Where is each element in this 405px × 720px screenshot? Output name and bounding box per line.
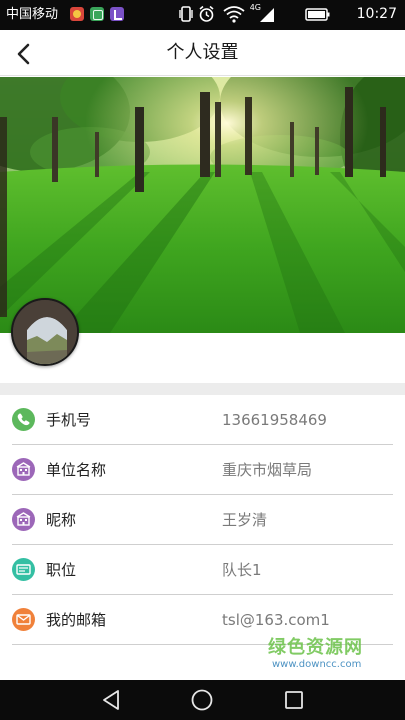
phone-icon: [12, 408, 35, 431]
signal-icon: [260, 8, 274, 22]
forest-park-photo: [0, 77, 405, 333]
wechat-app-icon: [90, 7, 104, 21]
id-card-icon: [12, 558, 35, 581]
field-row-position[interactable]: 职位 队长1: [12, 545, 393, 595]
wifi-icon: [223, 6, 245, 23]
home-circle-icon[interactable]: [190, 688, 214, 712]
alarm-icon: [199, 5, 214, 22]
watermark-title: 绿色资源网: [268, 637, 363, 658]
carrier-name: 中国移动: [6, 7, 59, 22]
watermark: 绿色资源网 www.downcc.com: [268, 637, 388, 671]
system-nav-bar: [0, 680, 405, 720]
field-value: 队长1: [222, 561, 262, 579]
field-label: 我的邮箱: [46, 611, 107, 629]
battery-icon: [305, 8, 330, 21]
field-row-phone[interactable]: 手机号 13661958469: [12, 395, 393, 445]
recents-square-icon[interactable]: [282, 688, 306, 712]
field-value: 王岁清: [222, 511, 268, 529]
field-row-organization[interactable]: 单位名称 重庆市烟草局: [12, 445, 393, 495]
status-clock: 10:27: [356, 6, 397, 22]
watermark-url: www.downcc.com: [272, 659, 362, 670]
vibrate-icon: [179, 6, 193, 22]
notification-app-icon: [70, 7, 84, 21]
building-icon: [12, 508, 35, 531]
user-avatar-photo: [13, 300, 77, 364]
back-triangle-icon[interactable]: [100, 688, 124, 712]
building-icon: [12, 458, 35, 481]
page-title: 个人设置: [166, 42, 239, 63]
profile-banner-image: [0, 77, 405, 333]
field-value: 重庆市烟草局: [222, 461, 313, 479]
profile-field-list: 手机号 13661958469 单位名称 重庆市烟草局 昵称 王岁清 职位 队长…: [0, 395, 405, 645]
user-avatar[interactable]: [11, 298, 79, 366]
section-divider: [0, 383, 405, 395]
mail-icon: [12, 608, 35, 631]
field-label: 单位名称: [46, 461, 107, 479]
field-label: 昵称: [46, 511, 77, 529]
status-bar: 中国移动 4G 10:27: [0, 0, 405, 30]
purple-app-icon: [110, 7, 124, 21]
field-value: 13661958469: [222, 411, 327, 429]
field-label: 职位: [46, 561, 77, 579]
field-label: 手机号: [46, 411, 92, 429]
app-header: 个人设置: [0, 30, 405, 76]
field-row-nickname[interactable]: 昵称 王岁清: [12, 495, 393, 545]
